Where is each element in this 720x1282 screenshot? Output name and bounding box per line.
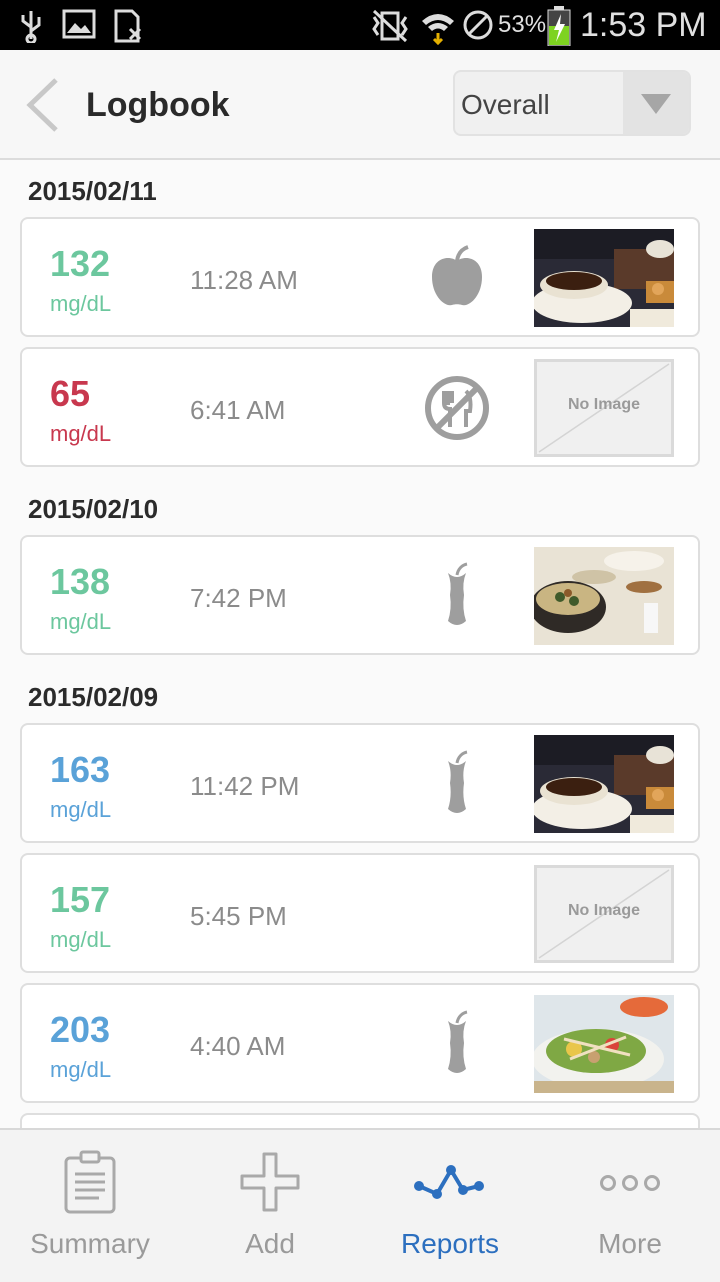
nav-more-label: More <box>598 1228 662 1259</box>
logbook-list[interactable]: 2015/02/11 132 mg/dL 11:28 AM 65 mg/dL 6… <box>0 160 720 1128</box>
no-image-label: No Image <box>567 902 640 919</box>
back-button[interactable] <box>20 76 68 134</box>
status-clock: 1:53 PM <box>580 6 707 44</box>
filter-value: Overall <box>461 89 550 120</box>
plus-icon <box>240 1152 300 1212</box>
battery-percent: 53% <box>498 11 547 38</box>
no-image-label: No Image <box>567 396 640 413</box>
apple-core-icon <box>448 750 468 813</box>
usb-icon <box>21 11 41 43</box>
log-entry[interactable]: 203 mg/dL 4:40 AM <box>20 983 700 1103</box>
image-icon <box>62 9 96 39</box>
clipboard-icon <box>64 1150 116 1214</box>
entry-time: 4:40 AM <box>190 1031 286 1061</box>
entry-time: 11:42 PM <box>190 771 300 801</box>
glucose-value: 203 <box>50 1009 111 1050</box>
glucose-value: 132 <box>50 243 111 284</box>
no-sync-icon <box>463 10 493 40</box>
sim-icon <box>114 9 142 43</box>
entry-time: 11:28 AM <box>190 265 298 295</box>
glucose-value: 163 <box>50 749 111 790</box>
glucose-value: 65 <box>50 373 91 414</box>
log-entry-partial[interactable] <box>20 1113 700 1128</box>
log-entry[interactable]: 157 mg/dL 5:45 PM No Image <box>20 853 700 973</box>
app-header: Logbook Overall <box>0 50 720 160</box>
nav-reports-label: Reports <box>400 1228 500 1259</box>
nav-more[interactable]: More <box>540 1130 720 1282</box>
no-image-placeholder[interactable]: No Image <box>534 359 674 457</box>
glucose-unit: mg/dL <box>50 927 112 952</box>
filter-dropdown[interactable]: Overall <box>453 70 691 136</box>
entry-time: 5:45 PM <box>190 901 287 931</box>
glucose-unit: mg/dL <box>50 1057 112 1082</box>
no-image-placeholder[interactable]: No Image <box>534 865 674 963</box>
entry-time: 7:42 PM <box>190 583 287 613</box>
status-bar: 53% 1:53 PM <box>0 0 720 50</box>
chevron-down-icon <box>641 94 671 114</box>
meal-photo[interactable] <box>534 229 674 327</box>
glucose-unit: mg/dL <box>50 421 112 446</box>
glucose-value: 138 <box>50 561 111 602</box>
meal-photo[interactable] <box>534 995 674 1093</box>
apple-core-icon <box>448 1010 468 1073</box>
dropdown-toggle[interactable] <box>623 72 689 134</box>
log-entry[interactable]: 163 mg/dL 11:42 PM <box>20 723 700 843</box>
glucose-unit: mg/dL <box>50 291 112 316</box>
page-title: Logbook <box>86 86 230 124</box>
more-dots-icon <box>600 1175 660 1191</box>
date-header: 2015/02/11 <box>28 176 157 206</box>
meal-photo[interactable] <box>534 735 674 833</box>
vibrate-icon <box>372 9 408 43</box>
no-meal-icon <box>425 376 489 440</box>
nav-summary-label: Summary <box>30 1228 150 1259</box>
nav-add-label: Add <box>245 1228 295 1259</box>
date-header: 2015/02/09 <box>28 682 159 712</box>
log-entry[interactable]: 132 mg/dL 11:28 AM <box>20 217 700 337</box>
coffee-photo <box>534 735 674 833</box>
line-chart-icon <box>414 1165 484 1199</box>
salad-photo <box>534 995 674 1093</box>
nav-reports[interactable]: Reports <box>360 1130 540 1282</box>
log-entry[interactable]: 138 mg/dL 7:42 PM <box>20 535 700 655</box>
wifi-icon <box>422 14 454 45</box>
nav-summary[interactable]: Summary <box>0 1130 180 1282</box>
apple-core-icon <box>448 562 468 625</box>
battery-icon <box>547 6 571 46</box>
meal-photo-image <box>534 547 674 645</box>
apple-icon <box>432 245 482 306</box>
glucose-value: 157 <box>50 879 111 920</box>
nav-add[interactable]: Add <box>180 1130 360 1282</box>
glucose-unit: mg/dL <box>50 797 112 822</box>
entry-time: 6:41 AM <box>190 395 286 425</box>
bottom-navigation: Summary Add Reports More <box>0 1128 720 1282</box>
meal-photo[interactable] <box>534 547 674 645</box>
log-entry[interactable]: 65 mg/dL 6:41 AM No Image <box>20 347 700 467</box>
date-header: 2015/02/10 <box>28 494 159 524</box>
glucose-unit: mg/dL <box>50 609 112 634</box>
coffee-photo <box>534 229 674 327</box>
